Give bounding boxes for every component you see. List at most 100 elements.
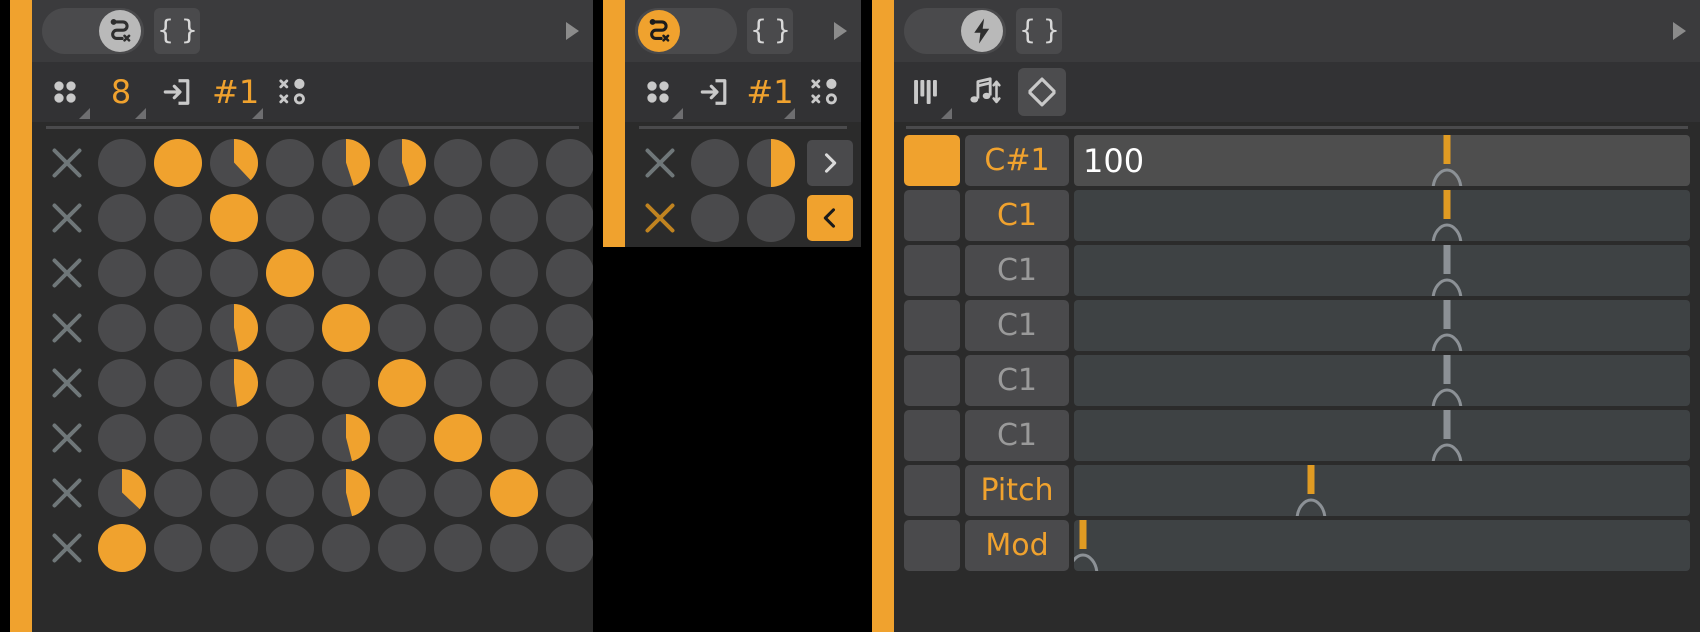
pad-1-2[interactable] — [210, 193, 258, 242]
slider-handle[interactable] — [1427, 386, 1467, 406]
clear-row-button[interactable] — [44, 305, 90, 351]
slider-handle[interactable] — [1427, 221, 1467, 241]
pad-7-2[interactable] — [210, 523, 258, 572]
row-select-swatch[interactable] — [904, 190, 960, 241]
value-slider[interactable] — [1074, 465, 1690, 516]
pad-6-3[interactable] — [266, 468, 314, 517]
value-slider[interactable] — [1074, 190, 1690, 241]
pad-7-0[interactable] — [98, 523, 146, 572]
play-triangle-icon[interactable] — [566, 22, 579, 40]
pad-2-7[interactable] — [490, 248, 538, 297]
value-slider[interactable] — [1074, 520, 1690, 571]
clear-row-button[interactable] — [44, 470, 90, 516]
lightning-bolt-icon[interactable] — [961, 10, 1003, 52]
clear-row-button[interactable] — [637, 140, 683, 186]
tool-#1[interactable]: #1 — [212, 68, 264, 119]
value-slider[interactable] — [1074, 410, 1690, 461]
corner-handle[interactable] — [941, 108, 952, 119]
pad-7-1[interactable] — [154, 523, 202, 572]
row-arrow-button[interactable] — [807, 194, 853, 241]
enter-box-tool[interactable] — [156, 68, 198, 116]
snake-path-icon[interactable] — [99, 10, 141, 52]
power-toggle[interactable] — [635, 8, 737, 54]
power-toggle[interactable] — [42, 8, 144, 54]
randomize-dots-tool[interactable] — [273, 68, 315, 116]
pad-1-5[interactable] — [378, 193, 426, 242]
pad-2-3[interactable] — [266, 248, 314, 297]
pad-0-2[interactable] — [210, 138, 258, 187]
pad-6-1[interactable] — [154, 468, 202, 517]
pad-5-0[interactable] — [98, 413, 146, 462]
clear-row-button[interactable] — [637, 195, 683, 241]
pad-7-8[interactable] — [546, 523, 593, 572]
clear-row-button[interactable] — [44, 195, 90, 241]
pad-2-1[interactable] — [154, 248, 202, 297]
pad-5-1[interactable] — [154, 413, 202, 462]
pad-1-0[interactable] — [98, 193, 146, 242]
pad-4-7[interactable] — [490, 358, 538, 407]
pad-4-8[interactable] — [546, 358, 593, 407]
pad-6-5[interactable] — [378, 468, 426, 517]
pad-6-8[interactable] — [546, 468, 593, 517]
slider-handle[interactable] — [1427, 166, 1467, 186]
pad-3-6[interactable] — [434, 303, 482, 352]
pad-3-1[interactable] — [154, 303, 202, 352]
diamond-chevrons-tool[interactable] — [1018, 68, 1066, 116]
clear-row-button[interactable] — [44, 415, 90, 461]
clear-row-button[interactable] — [44, 525, 90, 571]
piano-keys-tool[interactable] — [906, 68, 952, 119]
enter-box-tool[interactable] — [693, 68, 735, 116]
pad-1-7[interactable] — [490, 193, 538, 242]
pad-7-4[interactable] — [322, 523, 370, 572]
pad-5-2[interactable] — [210, 413, 258, 462]
randomize-dots-tool[interactable] — [805, 68, 847, 116]
slider-handle[interactable] — [1427, 441, 1467, 461]
panel-accent-bar[interactable] — [603, 0, 625, 632]
row-select-swatch[interactable] — [904, 410, 960, 461]
pad-0-8[interactable] — [546, 138, 593, 187]
note-label[interactable]: C1 — [965, 355, 1069, 406]
pad-1-6[interactable] — [434, 193, 482, 242]
pad-2-2[interactable] — [210, 248, 258, 297]
pad-7-6[interactable] — [434, 523, 482, 572]
pad-3-7[interactable] — [490, 303, 538, 352]
corner-handle[interactable] — [784, 108, 795, 119]
pad-3-2[interactable] — [210, 303, 258, 352]
pad-4-0[interactable] — [98, 358, 146, 407]
slider-handle[interactable] — [1074, 551, 1103, 571]
pad-6-4[interactable] — [322, 468, 370, 517]
braces-button[interactable]: { } — [1016, 8, 1062, 54]
pad-4-5[interactable] — [378, 358, 426, 407]
panel-accent-bar[interactable] — [10, 0, 32, 632]
pad-4-4[interactable] — [322, 358, 370, 407]
pad-0-7[interactable] — [490, 138, 538, 187]
row-select-swatch[interactable] — [904, 520, 960, 571]
pad-0-4[interactable] — [322, 138, 370, 187]
pad-4-2[interactable] — [210, 358, 258, 407]
pad-3-3[interactable] — [266, 303, 314, 352]
row-arrow-button[interactable] — [807, 139, 853, 186]
corner-handle[interactable] — [135, 108, 146, 119]
value-slider[interactable] — [1074, 245, 1690, 296]
snake-path-icon[interactable] — [638, 10, 680, 52]
clear-row-button[interactable] — [44, 360, 90, 406]
pad-5-7[interactable] — [490, 413, 538, 462]
note-label[interactable]: C1 — [965, 190, 1069, 241]
pad-2-6[interactable] — [434, 248, 482, 297]
pad-5-6[interactable] — [434, 413, 482, 462]
pad-7-3[interactable] — [266, 523, 314, 572]
slider-handle[interactable] — [1427, 276, 1467, 296]
pad-0-5[interactable] — [378, 138, 426, 187]
note-label[interactable]: C#1 — [965, 135, 1069, 186]
four-dots-tool[interactable] — [637, 68, 683, 119]
pad-3-5[interactable] — [378, 303, 426, 352]
pad-1-3[interactable] — [266, 193, 314, 242]
pad-3-4[interactable] — [322, 303, 370, 352]
pad-5-5[interactable] — [378, 413, 426, 462]
pad-7-7[interactable] — [490, 523, 538, 572]
play-triangle-icon[interactable] — [834, 22, 847, 40]
pad-0-1[interactable] — [747, 138, 795, 187]
pad-6-7[interactable] — [490, 468, 538, 517]
pad-3-0[interactable] — [98, 303, 146, 352]
pad-6-2[interactable] — [210, 468, 258, 517]
